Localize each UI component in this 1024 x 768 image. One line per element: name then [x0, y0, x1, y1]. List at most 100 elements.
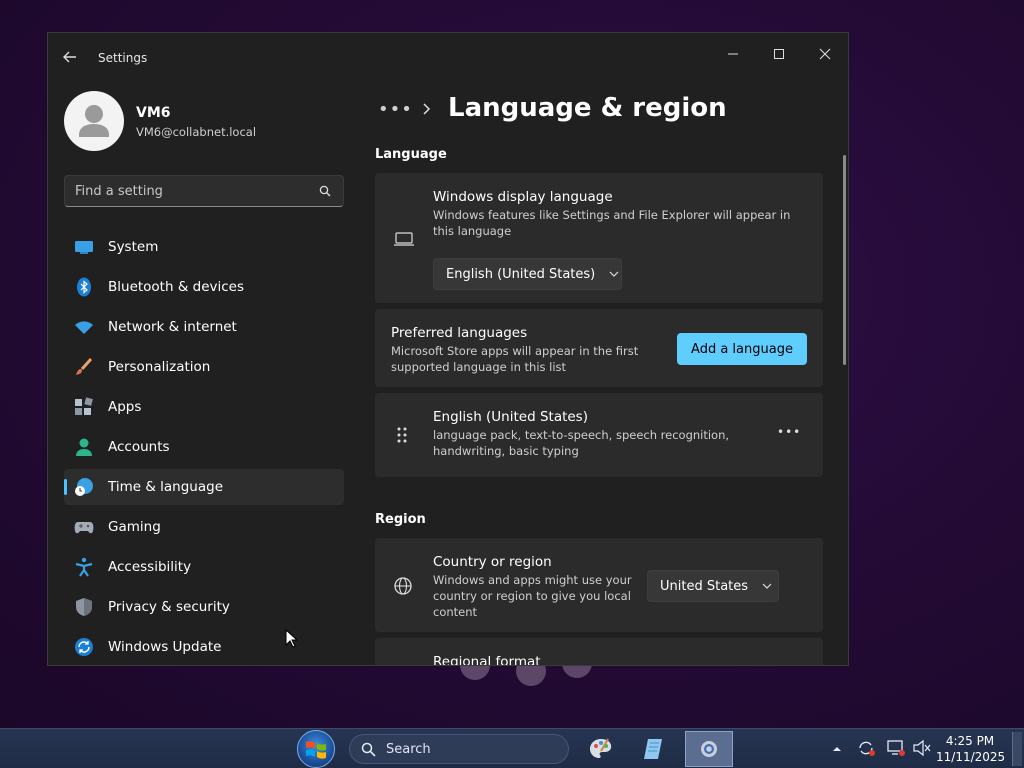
sidebar-item-label: Apps	[108, 399, 142, 415]
sidebar-item-network[interactable]: Network & internet	[64, 309, 344, 345]
maximize-button[interactable]	[756, 39, 802, 69]
mouse-pointer-icon	[285, 629, 299, 648]
language-entry-title: English (United States)	[433, 409, 588, 425]
minimize-button[interactable]	[710, 39, 756, 69]
apps-icon	[74, 397, 94, 417]
more-options-button[interactable]: •••	[777, 425, 801, 439]
speaker-muted-icon[interactable]	[912, 739, 932, 757]
show-desktop-button[interactable]	[1012, 732, 1022, 766]
settings-window: Settings VM6 VM6@collabnet.local System	[47, 32, 849, 666]
display-language-description: Windows features like Settings and File …	[433, 208, 791, 238]
section-heading-region: Region	[375, 512, 426, 527]
person-icon	[74, 437, 94, 457]
close-icon	[819, 48, 831, 60]
clock-time: 4:25 PM	[945, 734, 995, 748]
globe-clock-icon	[74, 477, 94, 497]
language-entry-card[interactable]: English (United States) language pack, t…	[375, 393, 823, 477]
display-language-card: Windows display language Windows feature…	[375, 173, 823, 303]
preferred-languages-card: Preferred languages Microsoft Store apps…	[375, 309, 823, 387]
network-icon[interactable]	[886, 739, 906, 757]
taskbar-search[interactable]: Search	[349, 734, 569, 764]
sidebar-item-personalization[interactable]: Personalization	[64, 349, 344, 385]
maximize-icon	[774, 49, 784, 59]
sidebar-item-label: Windows Update	[108, 639, 222, 655]
wifi-icon	[74, 317, 94, 337]
sidebar-item-privacy[interactable]: Privacy & security	[64, 589, 344, 625]
sidebar-item-label: Time & language	[108, 479, 224, 495]
search-input[interactable]	[75, 176, 305, 206]
language-entry-description: language pack, text-to-speech, speech re…	[433, 428, 730, 458]
section-heading-language: Language	[375, 147, 447, 162]
user-email: VM6@collabnet.local	[136, 125, 257, 139]
sidebar-item-accessibility[interactable]: Accessibility	[64, 549, 344, 585]
sidebar-item-label: Bluetooth & devices	[108, 279, 245, 295]
minimize-icon	[728, 53, 738, 55]
avatar	[64, 91, 124, 151]
accessibility-icon	[74, 557, 94, 577]
chevron-up-icon[interactable]	[832, 745, 842, 753]
sidebar-nav: System Bluetooth & devices Network & int…	[64, 229, 344, 665]
sidebar-item-time-language[interactable]: Time & language	[64, 469, 344, 505]
globe-icon	[394, 577, 412, 595]
windows-logo-icon	[306, 741, 326, 759]
sidebar-item-bluetooth[interactable]: Bluetooth & devices	[64, 269, 344, 305]
search-icon	[361, 742, 376, 757]
gear-icon	[701, 741, 717, 757]
regional-format-title: Regional format	[433, 654, 541, 666]
brush-icon	[74, 357, 94, 377]
laptop-icon	[394, 232, 414, 246]
country-region-card: Country or region Windows and apps might…	[375, 538, 823, 632]
page-title: Language & region	[448, 93, 727, 123]
country-region-dropdown[interactable]: United States	[647, 570, 779, 602]
sidebar-item-label: Network & internet	[108, 319, 237, 335]
add-language-button[interactable]: Add a language	[677, 333, 807, 365]
window-title: Settings	[98, 51, 148, 65]
breadcrumb-overflow-button[interactable]: •••	[378, 99, 413, 120]
user-name: VM6	[136, 105, 171, 121]
sidebar-item-windows-update[interactable]: Windows Update	[64, 629, 344, 665]
country-region-title: Country or region	[433, 554, 552, 570]
sidebar-item-accounts[interactable]: Accounts	[64, 429, 344, 465]
taskbar-app-notepad[interactable]	[630, 731, 678, 767]
preferred-languages-title: Preferred languages	[391, 325, 528, 341]
country-region-description: Windows and apps might use your country …	[433, 573, 632, 619]
content-area: Language Windows display language Window…	[374, 143, 824, 666]
sync-icon[interactable]	[857, 739, 877, 757]
sidebar-item-label: Privacy & security	[108, 599, 230, 615]
sidebar-item-label: Accessibility	[108, 559, 192, 575]
taskbar-app-paint[interactable]	[577, 731, 625, 767]
drag-handle-icon[interactable]	[397, 427, 407, 443]
scrollbar[interactable]	[843, 155, 846, 365]
shield-icon	[74, 597, 94, 617]
person-icon	[79, 105, 109, 137]
sidebar-item-gaming[interactable]: Gaming	[64, 509, 344, 545]
chevron-down-icon	[762, 581, 772, 591]
title-bar: Settings	[48, 33, 848, 83]
preferred-languages-description: Microsoft Store apps will appear in the …	[391, 344, 639, 374]
start-button[interactable]	[297, 730, 335, 768]
update-icon	[74, 637, 94, 657]
search-box[interactable]	[64, 175, 344, 207]
dropdown-value: English (United States)	[446, 266, 596, 282]
display-language-dropdown[interactable]: English (United States)	[433, 258, 622, 290]
sidebar-item-label: System	[108, 239, 159, 255]
bluetooth-icon	[74, 277, 94, 297]
sidebar-item-apps[interactable]: Apps	[64, 389, 344, 425]
notepad-icon	[644, 739, 662, 759]
taskbar: Search 4:25 PM 11/11/2025	[0, 728, 1024, 768]
monitor-icon	[74, 237, 94, 257]
gamepad-icon	[74, 517, 94, 537]
sidebar-item-label: Accounts	[108, 439, 170, 455]
back-arrow-icon	[63, 51, 76, 63]
chevron-right-icon	[423, 103, 431, 115]
sidebar-item-system[interactable]: System	[64, 229, 344, 265]
taskbar-app-settings[interactable]	[685, 731, 733, 767]
system-clock[interactable]: 4:25 PM 11/11/2025	[936, 733, 1005, 765]
close-button[interactable]	[802, 39, 848, 69]
regional-format-card[interactable]: Regional format	[375, 638, 823, 666]
sidebar-item-label: Personalization	[108, 359, 211, 375]
back-button[interactable]	[62, 49, 82, 67]
taskbar-search-label: Search	[386, 742, 431, 757]
sidebar-item-label: Gaming	[108, 519, 161, 535]
chevron-down-icon	[609, 269, 619, 279]
